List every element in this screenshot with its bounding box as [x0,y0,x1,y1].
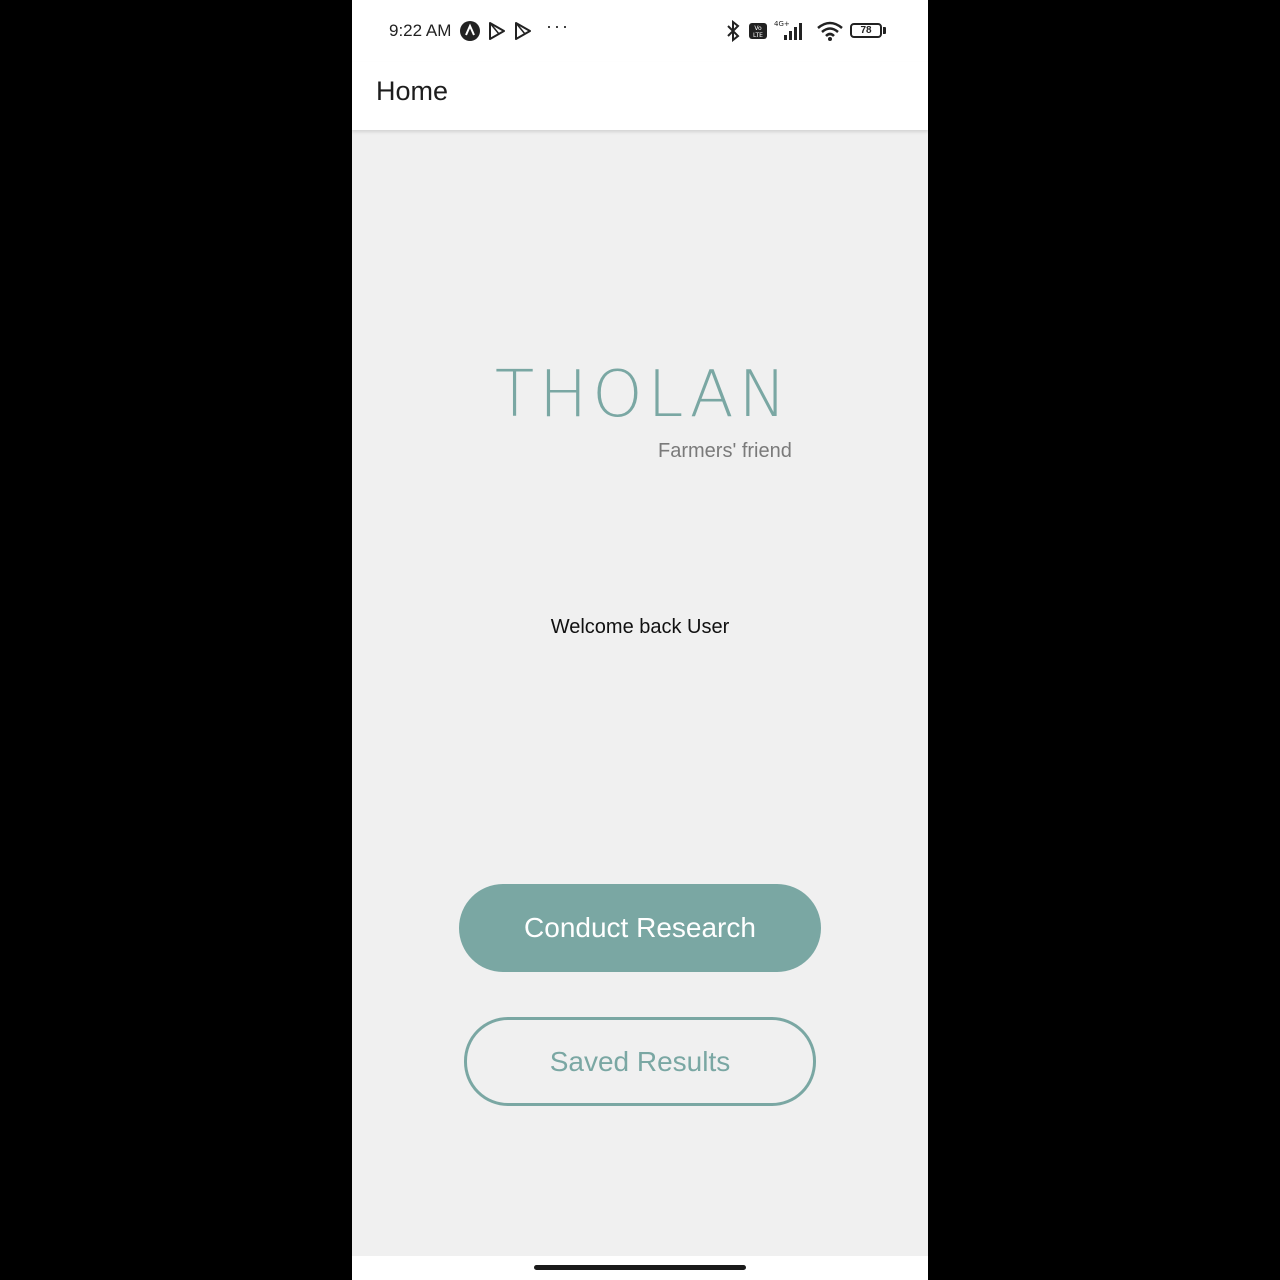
welcome-message: Welcome back User [550,616,730,638]
play-store-icon [489,22,505,40]
saved-results-button[interactable]: Saved Results [464,1017,816,1106]
logo-tagline: Farmers' friend [658,440,792,462]
play-store-icon [515,22,531,40]
volte-icon: Vo LTE [749,23,767,39]
app-a-icon [460,21,480,41]
battery-tip [883,27,886,34]
home-indicator[interactable] [534,1265,746,1270]
status-bar: 9:22 AM ··· Vo LTE 4G+ 78 [352,0,928,62]
svg-text:LTE: LTE [753,32,763,39]
bluetooth-icon [727,20,740,42]
signal-4g-icon: 4G+ [774,20,802,40]
status-time: 9:22 AM [389,21,452,40]
svg-text:Vo: Vo [754,25,762,32]
battery-icon: 78 [850,23,882,38]
svg-text:4G+: 4G+ [774,20,790,28]
page-title: Home [376,76,449,106]
phone-screen: 9:22 AM ··· Vo LTE 4G+ 78 Home THOLAN Fa… [352,0,928,1280]
logo-wordmark: THOLAN [495,358,792,432]
wifi-icon [817,21,843,41]
conduct-research-button[interactable]: Conduct Research [459,884,821,972]
gesture-nav-bar [352,1256,928,1280]
app-bar: Home [352,62,928,130]
overflow-dots-icon: ··· [546,16,570,36]
logo: THOLAN Farmers' friend [352,358,928,478]
